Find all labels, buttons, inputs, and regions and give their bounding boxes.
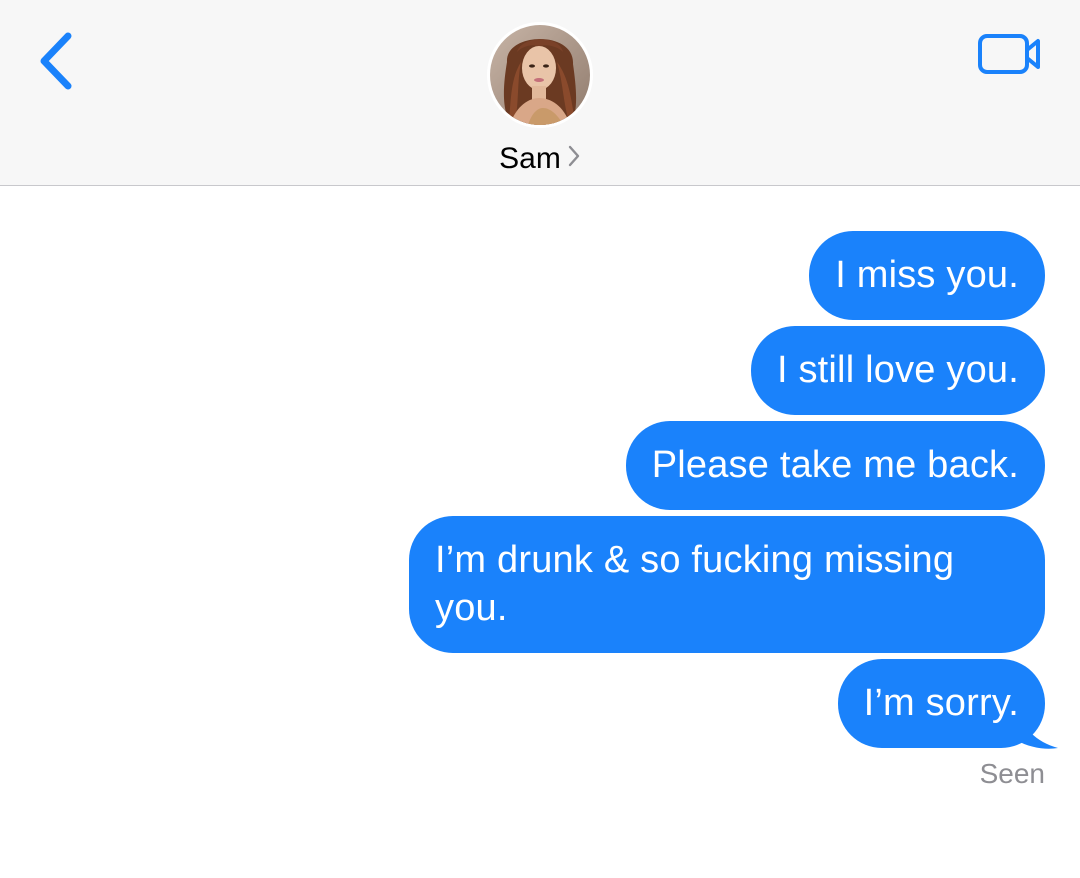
message-bubble[interactable]: I still love you. (750, 326, 1045, 415)
message-bubble[interactable]: I miss you. (809, 231, 1045, 320)
facetime-video-button[interactable] (970, 24, 1050, 86)
back-button[interactable] (30, 24, 90, 100)
contact-name-row[interactable]: Sam (440, 138, 640, 179)
conversation-header: Sam (0, 0, 1080, 186)
message-bubble[interactable]: I’m drunk & so fucking missing you. (409, 516, 1045, 653)
bubble-tail (1016, 706, 1058, 749)
video-camera-icon (978, 34, 1040, 74)
contact-name: Sam (499, 142, 561, 176)
message-text: I’m sorry. (863, 682, 1019, 724)
chevron-left-icon (40, 32, 72, 90)
chevron-right-icon (567, 139, 581, 179)
message-bubble[interactable]: Please take me back. (625, 421, 1045, 510)
contact-photo (487, 22, 593, 128)
contact-info-button[interactable]: Sam (440, 20, 640, 180)
message-text: I miss you. (835, 254, 1019, 296)
messages-screen: Sam I miss you. I still love you. Please… (0, 0, 1080, 878)
message-bubble-last[interactable]: I’m sorry. (837, 659, 1045, 748)
message-text: Please take me back. (651, 444, 1019, 486)
message-text: I’m drunk & so fucking missing you. (435, 539, 955, 629)
read-receipt: Seen (979, 758, 1045, 789)
message-text: I still love you. (776, 349, 1019, 391)
avatar[interactable] (487, 22, 593, 128)
